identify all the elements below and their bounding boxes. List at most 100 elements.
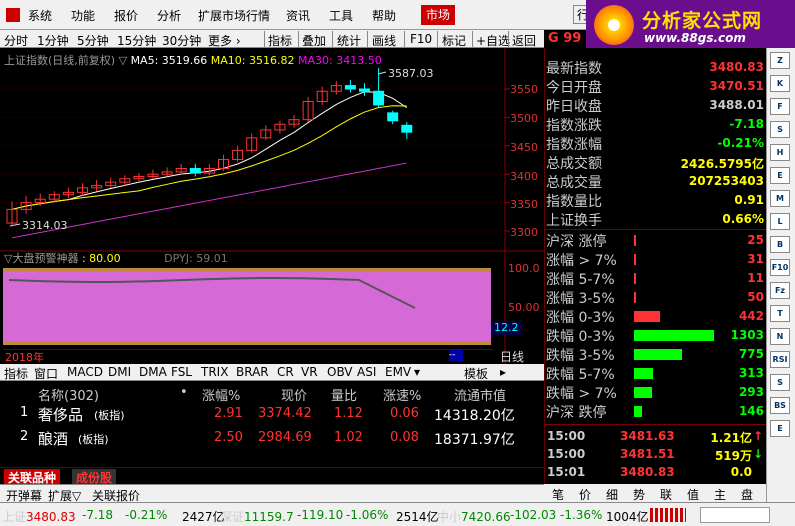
breadth-label: 涨幅 0-3% <box>546 310 615 326</box>
col-name[interactable]: 名称(302) <box>38 385 99 404</box>
side-tool-icon[interactable]: N <box>770 328 790 345</box>
side-tool-icon[interactable]: M <box>770 190 790 207</box>
quote-value: 207253403 <box>688 174 764 188</box>
tick-time: 15:00 <box>547 447 586 461</box>
status-sh[interactable]: 上证3480.83 <box>2 508 76 525</box>
side-tool-icon[interactable]: B <box>770 236 790 253</box>
period-30min[interactable]: 30分钟 <box>162 32 201 49</box>
row-tag: (板指) <box>78 433 109 446</box>
right-tab[interactable]: 价 <box>579 486 591 503</box>
tab-emv[interactable]: EMV <box>385 365 411 379</box>
tick-volume: 519万 <box>714 449 752 463</box>
status-sz[interactable]: 深证11159.7 <box>220 508 294 525</box>
side-tool-icon[interactable]: RSI <box>770 351 790 368</box>
btn-f10[interactable]: F10 <box>410 32 432 46</box>
right-tab[interactable]: 值 <box>687 486 699 503</box>
side-tool-icon[interactable]: F10 <box>770 259 790 276</box>
tab-dropdown[interactable]: ▾ <box>414 365 420 379</box>
menu-quote[interactable]: 报价 <box>114 7 138 24</box>
tab-next[interactable]: ▸ <box>500 365 506 379</box>
tab-cr[interactable]: CR <box>277 365 294 379</box>
period-1min[interactable]: 1分钟 <box>37 32 69 49</box>
menu-market[interactable]: 市场 <box>421 5 456 25</box>
tab-fsl[interactable]: FSL <box>171 365 192 379</box>
breadth-value: 313 <box>738 366 764 380</box>
side-tool-icon[interactable]: Fz <box>770 282 790 299</box>
candle-body <box>344 85 356 90</box>
menu-tools[interactable]: 工具 <box>329 7 353 24</box>
col-price[interactable]: 现价 <box>281 385 307 404</box>
side-tool-icon[interactable]: H <box>770 144 790 161</box>
right-tab[interactable]: 联 <box>660 486 672 503</box>
btn-indicator[interactable]: 指标 <box>268 32 292 49</box>
btn-mark[interactable]: 标记 <box>442 32 466 49</box>
side-tool-icon[interactable]: S <box>770 374 790 391</box>
breadth-bar <box>634 292 636 303</box>
right-tab[interactable]: 主 <box>714 486 726 503</box>
period-5min[interactable]: 5分钟 <box>77 32 109 49</box>
right-tab[interactable]: 笔 <box>552 486 564 503</box>
tab-dmi[interactable]: DMI <box>108 365 131 379</box>
side-tool-icon[interactable]: K <box>770 75 790 92</box>
menu-function[interactable]: 功能 <box>71 7 95 24</box>
menu-help[interactable]: 帮助 <box>372 7 396 24</box>
tab-template[interactable]: 模板 <box>464 365 488 382</box>
tab-vr[interactable]: VR <box>301 365 318 379</box>
year-label: 2018年 <box>5 351 44 364</box>
side-tool-icon[interactable]: Z <box>770 52 790 69</box>
candle-body <box>359 88 370 92</box>
tab-macd[interactable]: MACD <box>67 365 103 379</box>
col-speed[interactable]: 涨速% <box>383 385 421 404</box>
side-tool-icon[interactable]: F <box>770 98 790 115</box>
btn-back[interactable]: 返回 <box>512 32 536 49</box>
menu-analysis[interactable]: 分析 <box>157 7 181 24</box>
tab-trix[interactable]: TRIX <box>201 365 228 379</box>
row-volume-ratio: 1.12 <box>334 406 363 421</box>
col-change[interactable]: 涨幅% <box>202 385 240 404</box>
tab-dma[interactable]: DMA <box>139 365 167 379</box>
menu-ext-market[interactable]: 扩展市场行情 <box>198 7 270 24</box>
btn-add-watchlist[interactable]: +自选 <box>476 32 510 49</box>
right-tab[interactable]: 盘 <box>741 486 753 503</box>
status-input[interactable] <box>700 507 770 523</box>
candle-body <box>373 90 385 106</box>
btn-draw-line[interactable]: 画线 <box>372 32 396 49</box>
date-axis: 2018年 -- <box>3 349 493 364</box>
indicator-name[interactable]: ▽大盘预警神器 <box>4 252 78 265</box>
quote-label: 总成交量 <box>546 175 602 191</box>
breadth-label: 跌幅 0-3% <box>546 329 615 345</box>
side-tool-icon[interactable]: BS <box>770 397 790 414</box>
btn-statistics[interactable]: 统计 <box>337 32 361 49</box>
period-intraday[interactable]: 分时 <box>4 32 28 49</box>
side-tool-icon[interactable]: E <box>770 420 790 437</box>
breadth-label: 涨幅 5-7% <box>546 272 615 288</box>
right-tab[interactable]: 细 <box>606 486 618 503</box>
btn-overlay[interactable]: 叠加 <box>302 32 326 49</box>
tab-asi[interactable]: ASI <box>357 365 376 379</box>
side-tool-icon[interactable]: L <box>770 213 790 230</box>
menu-info[interactable]: 资讯 <box>286 7 310 24</box>
tab-brar[interactable]: BRAR <box>236 365 269 379</box>
tab-window[interactable]: 窗口 <box>34 365 58 382</box>
menu-system[interactable]: 系统 <box>28 7 52 24</box>
tab-obv[interactable]: OBV <box>327 365 353 379</box>
ma5-label: MA5: 3519.66 <box>130 54 208 67</box>
period-label[interactable]: 日线 <box>500 348 544 364</box>
status-sme[interactable]: 中小7420.66 <box>437 508 511 525</box>
period-more[interactable]: 更多 › <box>208 32 241 49</box>
right-tab[interactable]: 势 <box>633 486 645 503</box>
col-volume-ratio[interactable]: 量比 <box>331 385 357 404</box>
side-tool-icon[interactable]: S <box>770 121 790 138</box>
col-market-cap[interactable]: 流通市值 <box>454 385 506 404</box>
tab-indicator[interactable]: 指标 <box>4 365 28 382</box>
side-tool-icon[interactable]: E <box>770 167 790 184</box>
stock-code-box[interactable]: G 99 <box>544 30 586 48</box>
tab-constituents[interactable]: 成份股 <box>72 469 117 485</box>
breadth-label: 沪深 跌停 <box>546 405 607 421</box>
period-15min[interactable]: 15分钟 <box>117 32 156 49</box>
side-tool-icon[interactable]: T <box>770 305 790 322</box>
tab-related-products[interactable]: 关联品种 <box>4 469 61 485</box>
tick-arrow: ↑ <box>753 429 764 443</box>
ma-toggle-icon[interactable]: ▽ <box>119 54 127 67</box>
app-icon[interactable] <box>6 8 20 22</box>
